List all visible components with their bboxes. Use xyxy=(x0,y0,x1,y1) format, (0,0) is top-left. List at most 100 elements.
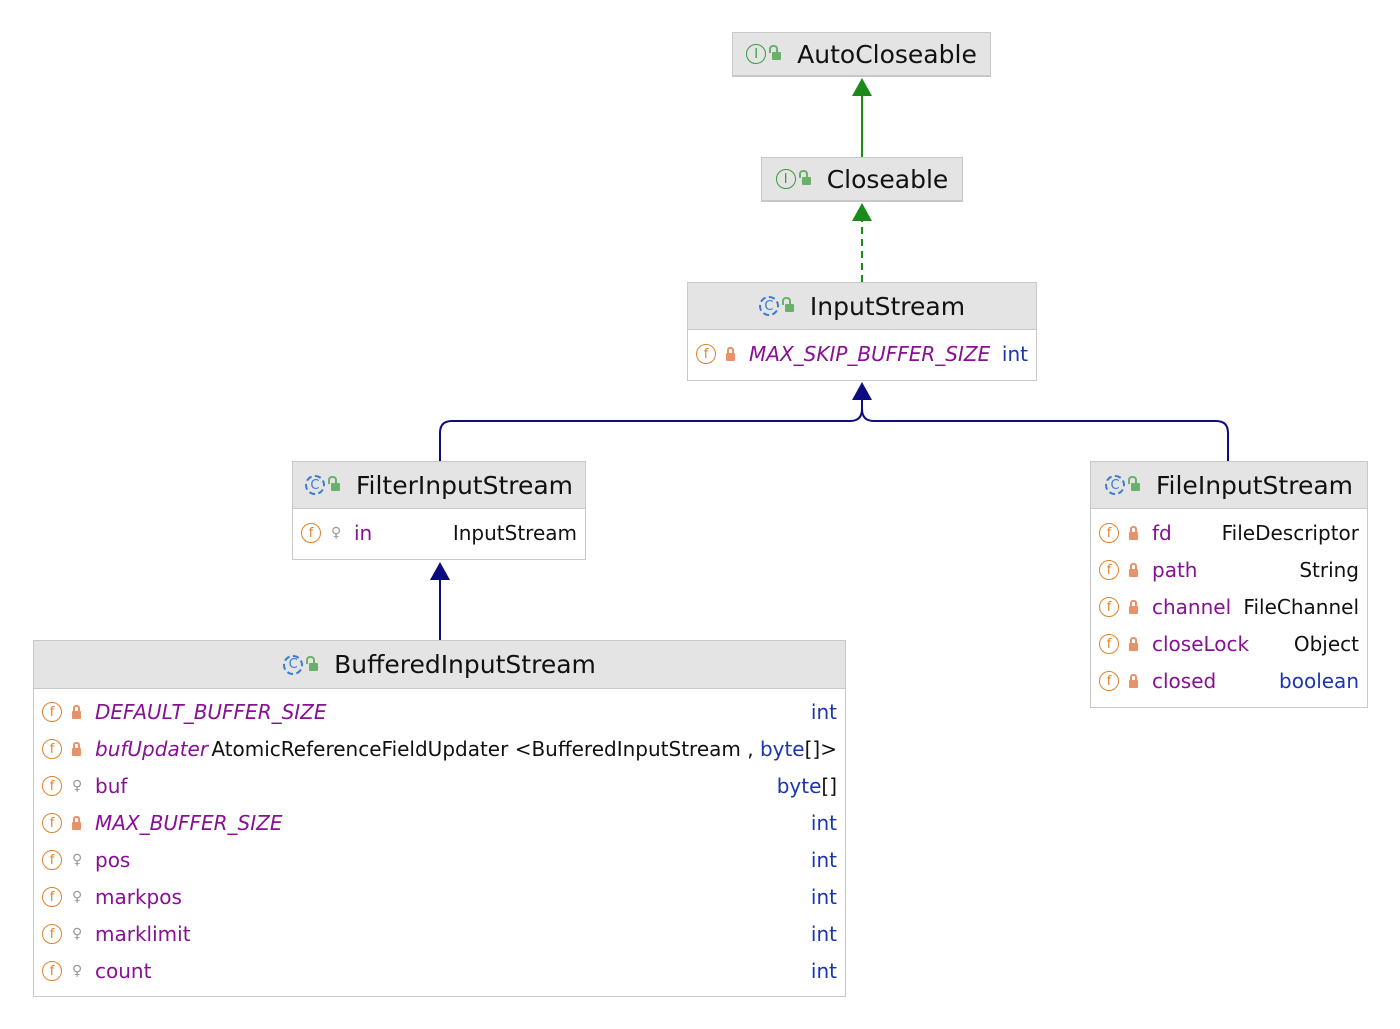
interface-icon: I xyxy=(746,44,767,64)
field-type-part: FileDescriptor xyxy=(1221,521,1359,545)
node-header: C FilterInputStream xyxy=(293,462,585,509)
node-filterinputstream[interactable]: C FilterInputStream f ♀ in InputStream xyxy=(292,461,586,560)
node-bufferedinputstream[interactable]: C BufferedInputStream f DEFAULT_BUFFER_SIZE… xyxy=(33,640,846,997)
public-lock-open-icon xyxy=(769,45,782,60)
field-icon: f xyxy=(42,924,62,944)
node-fileinputstream[interactable]: C FileInputStream f fd FileDescriptor f path St… xyxy=(1090,461,1368,708)
private-lock-icon xyxy=(1129,637,1138,651)
field-icon: f xyxy=(1099,597,1119,617)
field-row[interactable]: f fd FileDescriptor xyxy=(1099,518,1359,548)
field-type: int xyxy=(811,848,837,872)
node-title: BufferedInputStream xyxy=(334,650,596,679)
class-icon: C xyxy=(758,296,779,316)
field-row[interactable]: f ♀ in InputStream xyxy=(301,518,577,548)
field-type: int xyxy=(811,885,837,909)
field-name: MAX_SKIP_BUFFER_SIZE xyxy=(749,342,991,366)
field-row[interactable]: f ♀ marklimit int xyxy=(42,919,837,949)
field-name: bufUpdater xyxy=(95,737,209,761)
node-title: AutoCloseable xyxy=(797,39,977,69)
field-row[interactable]: f closed boolean xyxy=(1099,666,1359,696)
field-type-part: int xyxy=(810,885,837,909)
field-row[interactable]: f ♀ markpos int xyxy=(42,882,837,912)
node-title: FilterInputStream xyxy=(355,470,574,500)
protected-key-icon: ♀ xyxy=(72,926,83,942)
node-header: I AutoCloseable xyxy=(733,33,990,76)
node-header: C FileInputStream xyxy=(1091,462,1367,509)
field-name: buf xyxy=(95,774,128,798)
field-type-part: int xyxy=(810,848,837,872)
node-closeable[interactable]: I Closeable xyxy=(761,157,963,202)
field-type-part: AtomicReferenceFieldUpdater <BufferedInp… xyxy=(211,737,760,761)
field-name: count xyxy=(95,959,152,983)
protected-key-icon: ♀ xyxy=(72,852,83,868)
node-title: FileInputStream xyxy=(1155,470,1354,500)
field-type: int xyxy=(811,959,837,983)
field-icon: f xyxy=(1099,634,1119,654)
field-icon: f xyxy=(1099,523,1119,543)
field-type-part: int xyxy=(810,700,837,724)
field-type: Object xyxy=(1294,632,1359,656)
field-type: String xyxy=(1299,558,1359,582)
field-row[interactable]: f path String xyxy=(1099,555,1359,585)
field-type-part: int xyxy=(810,811,837,835)
private-lock-icon xyxy=(726,347,735,361)
field-icon: f xyxy=(42,739,62,759)
public-lock-open-icon xyxy=(798,170,811,185)
field-type: int xyxy=(811,700,837,724)
field-type: FileDescriptor xyxy=(1222,521,1359,545)
field-name: closeLock xyxy=(1152,632,1250,656)
field-type-part: [] xyxy=(821,774,837,798)
field-icon: f xyxy=(301,523,321,543)
node-header: C InputStream xyxy=(688,283,1036,330)
field-type-part: byte xyxy=(776,774,822,798)
field-row[interactable]: f MAX_SKIP_BUFFER_SIZE int xyxy=(696,339,1028,369)
field-row[interactable]: f DEFAULT_BUFFER_SIZE int xyxy=(42,697,837,727)
field-name: pos xyxy=(95,848,131,872)
field-row[interactable]: f ♀ buf byte[] xyxy=(42,771,837,801)
field-type: int xyxy=(1002,342,1028,366)
field-row[interactable]: f ♀ count int xyxy=(42,956,837,986)
public-lock-open-icon xyxy=(781,297,794,312)
field-row[interactable]: f channel FileChannel xyxy=(1099,592,1359,622)
field-type-part: int xyxy=(810,959,837,983)
class-icon: C xyxy=(304,475,325,495)
field-name: marklimit xyxy=(95,922,191,946)
field-type-part: boolean xyxy=(1279,669,1359,693)
edge-bufferedinputstream-filterinputstream xyxy=(430,562,450,640)
field-row[interactable]: f MAX_BUFFER_SIZE int xyxy=(42,808,837,838)
field-name: channel xyxy=(1152,595,1232,619)
field-type: byte[] xyxy=(777,774,837,798)
field-name: MAX_BUFFER_SIZE xyxy=(95,811,283,835)
private-lock-icon xyxy=(1129,600,1138,614)
private-lock-icon xyxy=(1129,674,1138,688)
field-row[interactable]: f bufUpdater AtomicReferenceFieldUpdater <… xyxy=(42,734,837,764)
private-lock-icon xyxy=(72,742,81,756)
node-autocloseable[interactable]: I AutoCloseable xyxy=(732,32,991,77)
private-lock-icon xyxy=(72,705,81,719)
field-type: boolean xyxy=(1279,669,1359,693)
field-type-part: []> xyxy=(804,737,837,761)
field-icon: f xyxy=(696,344,716,364)
edge-closeable-autocloseable xyxy=(852,78,872,157)
private-lock-icon xyxy=(1129,526,1138,540)
field-icon: f xyxy=(42,850,62,870)
field-type: int xyxy=(811,811,837,835)
field-name: DEFAULT_BUFFER_SIZE xyxy=(95,700,327,724)
edge-filterinputstream-inputstream xyxy=(439,398,863,461)
field-icon: f xyxy=(1099,671,1119,691)
protected-key-icon: ♀ xyxy=(72,963,83,979)
field-type: AtomicReferenceFieldUpdater <BufferedInp… xyxy=(211,737,837,761)
public-lock-open-icon xyxy=(1127,476,1140,491)
node-inputstream[interactable]: C InputStream f MAX_SKIP_BUFFER_SIZE int xyxy=(687,282,1037,381)
interface-icon: I xyxy=(775,169,796,189)
field-row[interactable]: f ♀ pos int xyxy=(42,845,837,875)
field-icon: f xyxy=(42,776,62,796)
field-type: InputStream xyxy=(453,521,577,545)
field-row[interactable]: f closeLock Object xyxy=(1099,629,1359,659)
node-header: C BufferedInputStream xyxy=(34,641,845,689)
field-name: in xyxy=(354,521,373,545)
node-title: Closeable xyxy=(826,164,949,194)
field-icon: f xyxy=(42,813,62,833)
field-name: closed xyxy=(1152,669,1217,693)
field-name: path xyxy=(1152,558,1198,582)
